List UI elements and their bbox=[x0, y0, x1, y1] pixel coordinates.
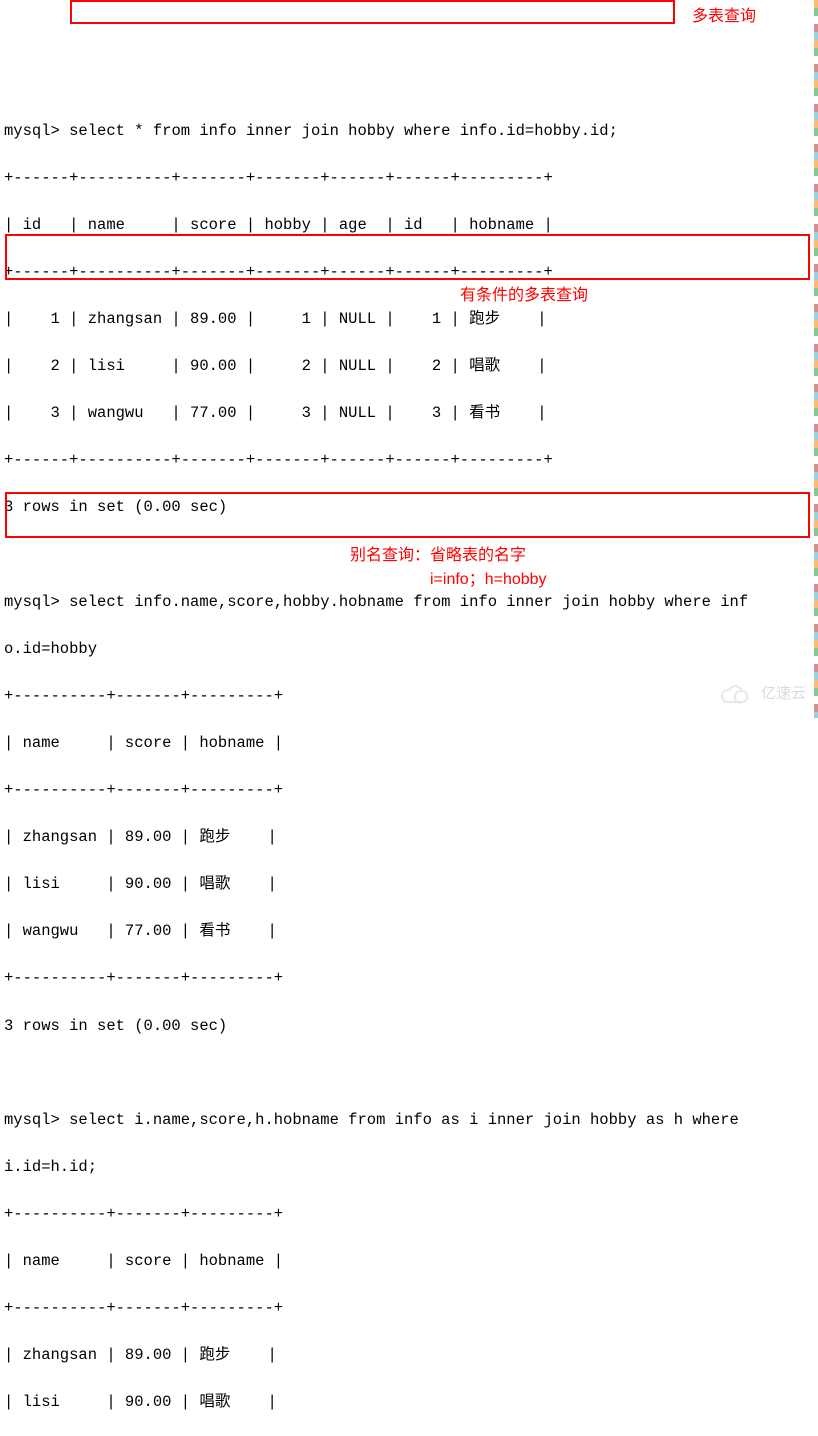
table1-header: | id | name | score | hobby | age | id |… bbox=[4, 214, 818, 238]
sql-query-3-l2: i.id=h.id; bbox=[4, 1156, 818, 1180]
highlight-box-1 bbox=[70, 0, 675, 24]
watermark-text: 亿速云 bbox=[761, 683, 806, 706]
annotation-2: 有条件的多表查询 bbox=[460, 284, 588, 308]
mysql-prompt: mysql> bbox=[4, 1111, 69, 1129]
mysql-prompt: mysql> bbox=[4, 122, 69, 140]
table1-div-bot: +------+----------+-------+-------+-----… bbox=[4, 449, 818, 473]
table3-row2: | lisi | 90.00 | 唱歌 | bbox=[4, 1391, 818, 1415]
sql-query-3-l1: select i.name,score,h.hobname from info … bbox=[69, 1111, 748, 1129]
table3-header: | name | score | hobname | bbox=[4, 1250, 818, 1274]
table1-row2: | 2 | lisi | 90.00 | 2 | NULL | 2 | 唱歌 | bbox=[4, 355, 818, 379]
block1-summary: 3 rows in set (0.00 sec) bbox=[4, 496, 818, 520]
annotation-3b: i=info；h=hobby bbox=[430, 568, 547, 592]
table1-div-mid: +------+----------+-------+-------+-----… bbox=[4, 261, 818, 285]
table1-row3: | 3 | wangwu | 77.00 | 3 | NULL | 3 | 看书… bbox=[4, 402, 818, 426]
cloud-icon bbox=[719, 684, 755, 706]
table2-div-top: +----------+-------+---------+ bbox=[4, 685, 818, 709]
annotation-3a: 别名查询：省略表的名字 bbox=[350, 544, 526, 568]
mysql-prompt-line3: mysql> select i.name,score,h.hobname fro… bbox=[4, 1109, 818, 1133]
table3-div-top: +----------+-------+---------+ bbox=[4, 1203, 818, 1227]
block2-summary: 3 rows in set (0.00 sec) bbox=[4, 1015, 818, 1039]
table3-row1: | zhangsan | 89.00 | 跑步 | bbox=[4, 1344, 818, 1368]
table2-div-mid: +----------+-------+---------+ bbox=[4, 779, 818, 803]
table3-div-mid: +----------+-------+---------+ bbox=[4, 1297, 818, 1321]
sql-query-2-l1: select info.name,score,hobby.hobname fro… bbox=[69, 593, 748, 611]
annotation-1: 多表查询 bbox=[692, 5, 756, 29]
right-stripe bbox=[814, 0, 818, 718]
table2-row2: | lisi | 90.00 | 唱歌 | bbox=[4, 873, 818, 897]
mysql-prompt-line2: mysql> select info.name,score,hobby.hobn… bbox=[4, 591, 818, 615]
sql-query-2-l2: o.id=hobby bbox=[4, 638, 818, 662]
mysql-prompt-line: mysql> select * from info inner join hob… bbox=[4, 120, 818, 144]
table2-row3: | wangwu | 77.00 | 看书 | bbox=[4, 920, 818, 944]
sql-query-1: select * from info inner join hobby wher… bbox=[69, 122, 618, 140]
table1-div-top: +------+----------+-------+-------+-----… bbox=[4, 167, 818, 191]
watermark: 亿速云 bbox=[719, 683, 806, 706]
table2-header: | name | score | hobname | bbox=[4, 732, 818, 756]
table2-div-bot: +----------+-------+---------+ bbox=[4, 967, 818, 991]
table2-row1: | zhangsan | 89.00 | 跑步 | bbox=[4, 826, 818, 850]
mysql-prompt: mysql> bbox=[4, 593, 69, 611]
blank2 bbox=[4, 1062, 818, 1086]
table1-row1: | 1 | zhangsan | 89.00 | 1 | NULL | 1 | … bbox=[4, 308, 818, 332]
